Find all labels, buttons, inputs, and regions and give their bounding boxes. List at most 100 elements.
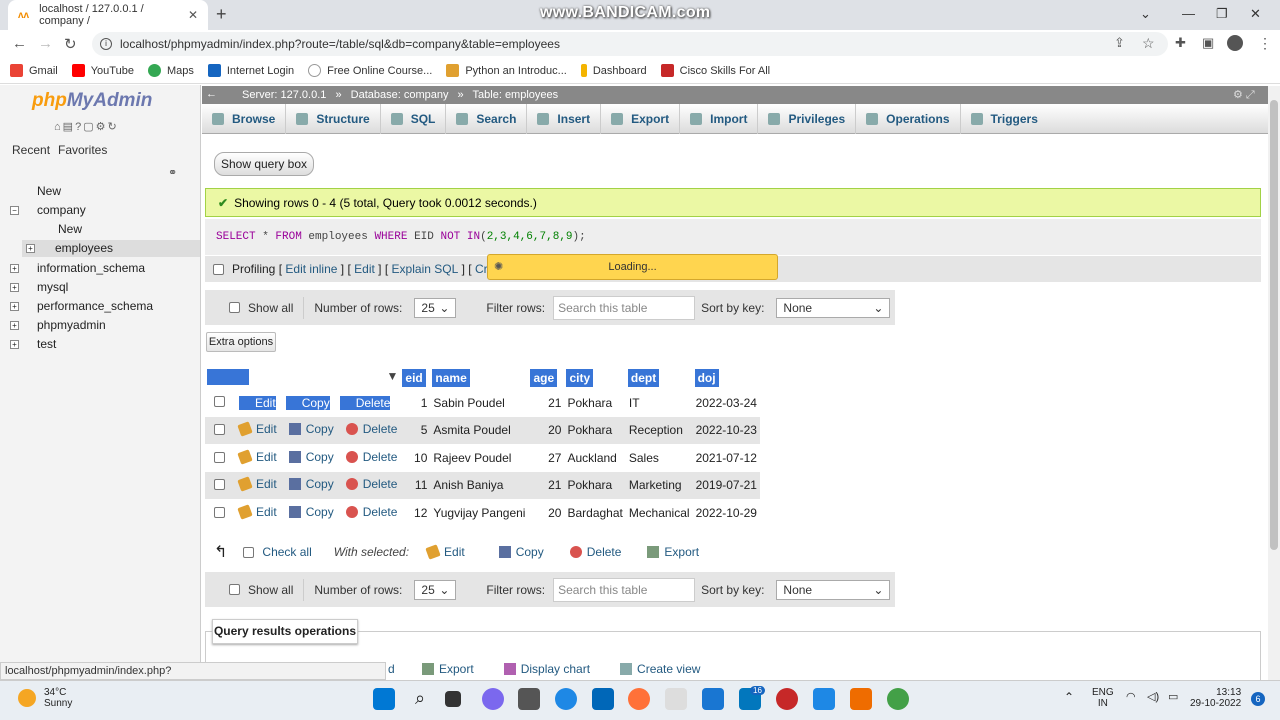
sort-by-key-select[interactable]: None ⌄ [776, 297, 891, 318]
tree-new-db[interactable]: New [10, 184, 61, 198]
profile-avatar[interactable] [1227, 35, 1243, 51]
tree-performance-schema[interactable]: + performance_schema [10, 299, 153, 313]
language-indicator[interactable]: ENG IN [1092, 687, 1114, 709]
copy-row-button[interactable]: Copy [288, 505, 334, 519]
cell-eid[interactable]: 1 [400, 389, 431, 417]
notification-badge[interactable]: 6 [1251, 692, 1265, 706]
tree-company-new[interactable]: New [42, 222, 82, 236]
breadcrumb-server[interactable]: Server: 127.0.0.1 [242, 89, 326, 101]
expand-icon[interactable]: + [10, 301, 19, 311]
delete-row-button[interactable]: Delete [339, 395, 391, 410]
tree-phpmyadmin[interactable]: + phpmyadmin [10, 318, 106, 332]
volume-icon[interactable]: ◁) [1147, 690, 1159, 703]
cell-city[interactable]: Pokhara [564, 471, 626, 499]
sort-triangle-icon[interactable]: ▼ [387, 369, 399, 383]
cell-eid[interactable]: 12 [400, 499, 431, 527]
copy-row-button[interactable]: Copy [288, 477, 334, 491]
table-row[interactable]: Edit Copy Delete 10 Rajeev Poudel 27 Auckl… [205, 444, 760, 472]
filter-rows-input[interactable]: Search this table [553, 295, 696, 320]
cell-eid[interactable]: 5 [400, 416, 431, 444]
docs-icon[interactable]: ▢ [83, 121, 95, 133]
store-icon[interactable] [592, 688, 614, 710]
col-city[interactable]: city [564, 367, 626, 389]
link-with-main-panel-icon[interactable]: ⚭ [168, 166, 177, 179]
cell-doj[interactable]: 2019-07-21 [692, 471, 760, 499]
edge-icon[interactable] [555, 688, 577, 710]
extra-options-button[interactable]: Extra options [206, 332, 276, 352]
show-all-checkbox[interactable] [229, 302, 240, 313]
collapse-icon[interactable]: − [10, 205, 19, 215]
site-info-icon[interactable]: i [100, 38, 112, 50]
expand-icon[interactable]: + [10, 282, 19, 292]
show-all-checkbox[interactable] [229, 584, 240, 595]
show-query-box-button[interactable]: Show query box [214, 152, 314, 176]
col-name[interactable]: name [430, 367, 529, 389]
bookmark-dashboard[interactable]: Dashboard [580, 64, 647, 77]
cell-city[interactable]: Auckland [564, 444, 626, 472]
cell-doj[interactable]: 2022-03-24 [692, 389, 760, 417]
notepad-icon[interactable] [813, 688, 835, 710]
cell-name[interactable]: Rajeev Poudel [430, 444, 529, 472]
bookmark-internet-login[interactable]: Internet Login [207, 64, 294, 77]
cell-doj[interactable]: 2021-07-12 [692, 444, 760, 472]
task-view-icon[interactable] [445, 691, 461, 707]
tab-import[interactable]: Import [680, 103, 759, 134]
tree-mysql[interactable]: + mysql [10, 280, 68, 294]
bookmark-cisco[interactable]: Cisco Skills For All [660, 64, 770, 77]
row-checkbox[interactable] [214, 506, 225, 518]
wifi-icon[interactable]: ◠ [1126, 690, 1136, 703]
edit-row-button[interactable]: Edit [237, 421, 277, 437]
new-tab-plus-icon[interactable]: + [216, 4, 227, 25]
create-view-link[interactable]: Create view [620, 662, 700, 676]
copy-row-button[interactable]: Copy [288, 450, 334, 464]
rows-per-page-select[interactable]: 25 ⌄ [414, 579, 457, 600]
maximize-icon[interactable]: ❐ [1216, 6, 1228, 22]
scrollbar-thumb[interactable] [1270, 100, 1278, 550]
chat-icon[interactable] [482, 688, 504, 710]
edit-row-button[interactable]: Edit [237, 504, 277, 520]
forward-arrow-icon[interactable]: → [38, 35, 53, 52]
edit-row-button[interactable]: Edit [239, 395, 276, 410]
table-row[interactable]: Edit Copy Delete 12 Yugvijay Pangeni 20 Ba… [205, 499, 760, 527]
breadcrumb-table[interactable]: Table: employees [473, 89, 559, 101]
cell-age[interactable]: 21 [528, 471, 565, 499]
close-window-icon[interactable]: ✕ [1250, 6, 1261, 22]
col-eid[interactable]: eid [400, 367, 431, 389]
browser-tab[interactable]: ʌʌ localhost / 127.0.0.1 / company / ✕ [8, 0, 208, 30]
row-checkbox[interactable] [214, 424, 225, 436]
chevron-up-icon[interactable]: ⌃ [1064, 690, 1074, 704]
edit-row-button[interactable]: Edit [237, 449, 277, 465]
tab-favorites[interactable]: Favorites [52, 143, 113, 157]
delete-row-button[interactable]: Delete [345, 505, 397, 519]
tab-export[interactable]: Export [601, 103, 681, 134]
side-panel-icon[interactable]: ▣ [1202, 35, 1214, 51]
check-all-checkbox[interactable] [243, 546, 255, 558]
todo-icon[interactable] [702, 688, 724, 710]
cell-name[interactable]: Yugvijay Pangeni [430, 499, 529, 527]
search-icon[interactable]: ⌕ [409, 688, 431, 710]
table-row[interactable]: Edit Copy Delete 11 Anish Baniya 21 Pokhar… [205, 471, 760, 499]
tab-recent[interactable]: Recent [6, 143, 56, 157]
print-link-partial[interactable]: d [388, 662, 395, 676]
bookmark-python[interactable]: Python an Introduc... [446, 64, 567, 77]
windows-start-icon[interactable] [373, 688, 395, 710]
bulk-edit-button[interactable]: Edit [425, 544, 465, 560]
explain-sql-link[interactable]: Explain SQL [392, 262, 459, 276]
widgets-icon[interactable] [518, 688, 540, 710]
cell-age[interactable]: 21 [528, 389, 565, 417]
cell-name[interactable]: Anish Baniya [430, 471, 529, 499]
back-arrow-icon[interactable]: ← [12, 35, 27, 52]
bookmark-free-online-course[interactable]: Free Online Course... [308, 64, 432, 77]
expand-icon[interactable]: + [10, 339, 19, 349]
cell-age[interactable]: 20 [528, 416, 565, 444]
cell-name[interactable]: Asmita Poudel [430, 416, 529, 444]
reload-nav-icon[interactable]: ↻ [107, 121, 118, 133]
logout-icon[interactable]: ▤ [63, 121, 75, 133]
amazon-icon[interactable] [665, 688, 687, 710]
cell-age[interactable]: 20 [528, 499, 565, 527]
tab-structure[interactable]: Structure [286, 103, 381, 134]
cell-city[interactable]: Pokhara [564, 389, 626, 417]
bulk-copy-button[interactable]: Copy [498, 545, 544, 559]
sort-by-key-select[interactable]: None ⌄ [776, 579, 891, 600]
bookmark-maps[interactable]: Maps [147, 64, 194, 77]
